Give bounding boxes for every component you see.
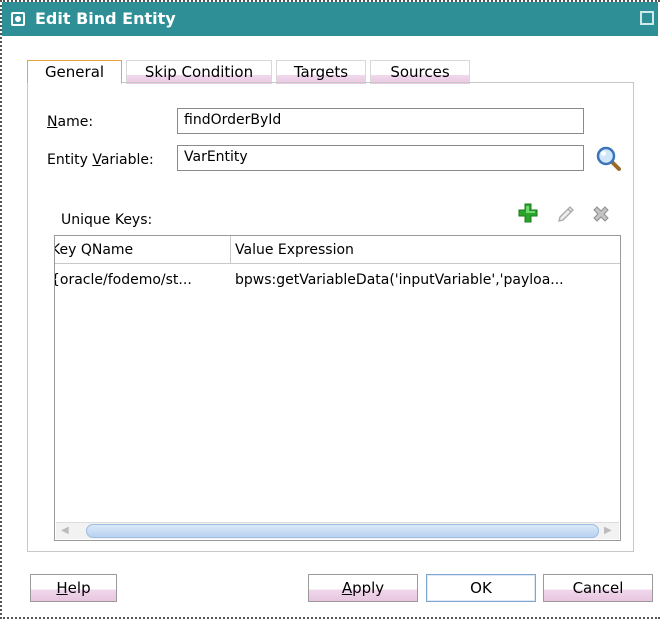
tab-sources[interactable]: Sources [370,60,470,84]
entity-variable-label: Entity Variable: [47,152,154,168]
window-menu-icon[interactable] [11,12,25,26]
scroll-thumb[interactable] [86,524,599,538]
unique-keys-label: Unique Keys: [61,212,153,228]
unique-keys-table[interactable]: Key QName Value Expression {oracle/fodem… [54,235,621,541]
name-field[interactable]: findOrderById [177,108,584,134]
x-icon[interactable] [590,203,612,225]
title-bar[interactable]: Edit Bind Entity [2,2,658,36]
horizontal-scrollbar[interactable]: ◀ ▶ [56,522,619,539]
tab-sources-label: Sources [390,63,450,81]
apply-button[interactable]: Apply [308,574,418,602]
tab-general[interactable]: General [27,60,122,84]
entity-variable-field[interactable]: VarEntity [177,145,584,171]
window-title: Edit Bind Entity [35,9,176,28]
plus-icon[interactable] [517,202,539,224]
name-label: Name: [47,114,94,130]
cell-key-qname[interactable]: {oracle/fodemo/st... [55,272,229,288]
cancel-button[interactable]: Cancel [543,574,653,602]
ok-button[interactable]: OK [426,574,536,602]
tab-targets-label: Targets [293,63,349,81]
tab-skip-condition[interactable]: Skip Condition [126,60,272,84]
scroll-right-icon[interactable]: ▶ [604,525,614,537]
column-header-value-expression[interactable]: Value Expression [231,236,620,264]
tab-skip-condition-label: Skip Condition [144,63,254,81]
help-button[interactable]: Help [30,574,117,602]
tab-targets[interactable]: Targets [276,60,366,84]
tab-general-label: General [44,63,105,81]
maximize-icon[interactable] [640,11,654,25]
column-header-key-qname[interactable]: Key QName [55,236,231,264]
pencil-icon[interactable] [555,203,577,225]
magnifier-icon[interactable] [594,144,624,174]
cell-value-expression[interactable]: bpws:getVariableData('inputVariable','pa… [235,272,619,288]
scroll-left-icon[interactable]: ◀ [61,525,71,537]
